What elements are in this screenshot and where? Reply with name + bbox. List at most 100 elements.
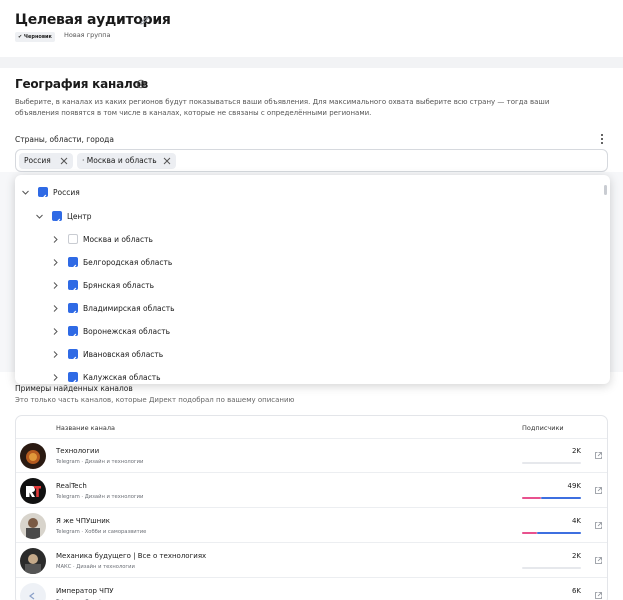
table-row[interactable]: Император ЧПУTelegram · Дизайн и техноло… [16, 579, 607, 600]
channel-platform: Telegram [56, 494, 80, 500]
checkbox[interactable] [68, 326, 78, 339]
channel-name[interactable]: Я же ЧПУшник [56, 517, 110, 525]
chevron-down-icon[interactable] [21, 188, 30, 197]
chevron-right-icon[interactable] [51, 235, 60, 244]
avatar [20, 548, 46, 574]
section-gap [0, 57, 623, 68]
tree-item[interactable]: Центр [35, 206, 91, 226]
tree-item[interactable]: Калужская область [51, 367, 161, 384]
geo-description: Выберите, в каналах из каких регионов бу… [15, 98, 550, 117]
avatar [20, 443, 46, 469]
tree-item-label: Воронежская область [83, 326, 171, 336]
tree-item-label: Калужская область [83, 372, 161, 382]
audience-bar [522, 497, 581, 499]
checkbox[interactable] [68, 303, 78, 316]
regions-dropdown[interactable]: Россия Центр Москва и область Белгородская … [15, 175, 610, 384]
channel-name[interactable]: Император ЧПУ [56, 587, 114, 595]
channel-meta: Telegram · Дизайн и технологии [56, 459, 144, 465]
table-row[interactable]: Механика будущего | Все о технологиях МАК… [16, 544, 607, 578]
chip-russia[interactable]: Россия [19, 153, 73, 169]
subscriber-count: 49K [567, 482, 582, 490]
channel-category: Дизайн и технологии [84, 459, 144, 465]
tree-item-label: Белгородская область [83, 257, 173, 267]
tree-item[interactable]: Владимирская область [51, 298, 175, 318]
chevron-right-icon[interactable] [51, 350, 60, 359]
bar-blue-segment [541, 497, 581, 499]
geo-heading: География каналов [15, 77, 149, 91]
close-icon[interactable] [59, 156, 69, 166]
audience-bar [522, 567, 581, 569]
field-label: Страны, области, города [15, 135, 114, 144]
tree-item[interactable]: Брянская область [51, 275, 154, 295]
tree-item[interactable]: Москва и область [51, 229, 153, 249]
channel-platform: Telegram [56, 529, 80, 535]
checkbox[interactable] [38, 187, 48, 200]
group-label: Новая группа [64, 31, 111, 39]
table-row[interactable]: Я же ЧПУшник Telegram · Хобби и саморазви… [16, 509, 607, 543]
chevron-right-icon[interactable] [51, 281, 60, 290]
divider [16, 507, 607, 508]
edit-pencil-icon[interactable] [139, 14, 151, 26]
channel-name[interactable]: Механика будущего | Все о технологиях [56, 552, 206, 560]
subscriber-count: 2K [571, 552, 581, 560]
subscriber-count: 2K [571, 447, 581, 455]
subscriber-count: 4K [571, 517, 581, 525]
tree-item-label: Владимирская область [83, 303, 175, 313]
chevron-right-icon[interactable] [51, 327, 60, 336]
checkbox[interactable] [52, 211, 62, 224]
column-header-subscribers: Подписчики [522, 424, 564, 432]
divider [16, 577, 607, 578]
table-row[interactable]: Технологии Telegram · Дизайн и технологии… [16, 439, 607, 473]
audience-bar [522, 462, 581, 464]
channel-name[interactable]: Технологии [56, 447, 99, 455]
tree-item[interactable]: Белгородская область [51, 252, 172, 272]
subscriber-count: 6K [571, 587, 581, 595]
avatar [20, 513, 46, 539]
audience-bar [522, 532, 581, 534]
tree-item[interactable]: Россия [21, 182, 80, 202]
tree-item[interactable]: Воронежская область [51, 321, 170, 341]
external-link-icon[interactable] [594, 556, 603, 565]
status-badge: ✔ Черновик [15, 32, 55, 42]
channel-meta: Telegram · Дизайн и технологии [56, 494, 144, 500]
examples-title: Примеры найденных каналов [15, 384, 133, 393]
more-options-icon[interactable] [600, 133, 604, 145]
column-header-name: Название канала [56, 424, 115, 432]
divider [16, 542, 607, 543]
channel-platform: МАКС [56, 564, 72, 570]
bar-pink-segment [522, 497, 541, 499]
channel-platform: Telegram [56, 459, 80, 465]
chip-moscow[interactable]: · Москва и область [77, 153, 176, 169]
scrollbar[interactable] [604, 185, 607, 195]
tree-item-label: Брянская область [83, 280, 154, 290]
chevron-right-icon[interactable] [51, 258, 60, 267]
regions-input[interactable]: Россия · Москва и область [15, 149, 608, 172]
external-link-icon[interactable] [594, 521, 603, 530]
close-icon[interactable] [162, 156, 172, 166]
tree-item-label: Ивановская область [83, 349, 164, 359]
chip-label: Россия [24, 156, 51, 165]
checkbox[interactable] [68, 280, 78, 293]
checkbox[interactable] [68, 234, 78, 244]
page-header: Целевая аудитория ✔ Черновик Новая групп… [0, 0, 623, 57]
channel-category: Хобби и саморазвитие [84, 529, 147, 535]
info-icon[interactable] [136, 79, 146, 89]
tree-item-label: Россия [53, 187, 80, 197]
channel-meta: МАКС · Дизайн и технологии [56, 564, 135, 570]
divider [16, 472, 607, 473]
external-link-icon[interactable] [594, 451, 603, 460]
checkbox[interactable] [68, 257, 78, 270]
external-link-icon[interactable] [594, 591, 603, 600]
external-link-icon[interactable] [594, 486, 603, 495]
examples-subtitle: Это только часть каналов, которые Директ… [15, 396, 295, 404]
chip-label: · Москва и область [82, 156, 157, 165]
chevron-right-icon[interactable] [51, 304, 60, 313]
checkbox[interactable] [68, 372, 78, 384]
chevron-down-icon[interactable] [35, 212, 44, 221]
table-row[interactable]: RealTech Telegram · Дизайн и технологии 49… [16, 474, 607, 508]
channel-category: Дизайн и технологии [76, 564, 135, 570]
tree-item[interactable]: Ивановская область [51, 344, 163, 364]
checkbox[interactable] [68, 349, 78, 362]
chevron-right-icon[interactable] [51, 373, 60, 382]
channel-name[interactable]: RealTech [56, 482, 87, 490]
